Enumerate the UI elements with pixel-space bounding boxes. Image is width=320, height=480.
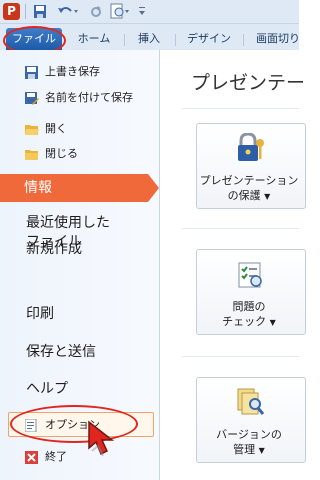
tab-divider [124,34,125,46]
tab-insert[interactable]: 挿入 [128,28,170,50]
inspect-label-line2: チェック ▼ [222,315,276,328]
nav-info[interactable]: 情報 [0,174,148,202]
save-icon[interactable] [33,3,47,20]
inspect-label-line1: 問題の [232,300,266,313]
exit-command[interactable]: 終了 [8,446,156,468]
toolbar-divider [25,4,26,19]
close-label: 閉じる [45,147,78,160]
customize-toolbar-icon[interactable] [137,3,147,20]
nav-info-arrow [148,174,159,202]
checklist-icon [238,262,262,288]
tab-home[interactable]: ホーム [70,28,118,50]
tab-divider [243,34,244,46]
versions-label-line2: 管理 ▼ [233,443,265,456]
section-divider [182,228,299,229]
open-label: 開く [45,122,67,135]
lock-key-icon [238,133,264,161]
save-command[interactable]: 上書き保存 [8,61,156,83]
exit-icon [25,451,38,464]
save-as-label: 名前を付けて保存 [45,91,133,104]
section-divider [182,108,299,109]
tab-divider [175,34,176,46]
protect-label-line2: の保護 ▼ [227,189,271,202]
undo-icon[interactable] [57,3,79,20]
protect-label-line1: プレゼンテーション [199,174,299,187]
tab-design[interactable]: デザイン [180,28,238,50]
save-icon [25,66,38,79]
mouse-cursor-icon [88,420,115,457]
open-command[interactable]: 開く [8,118,156,140]
nav-save-and-send[interactable]: 保存と送信 [26,343,96,362]
close-command[interactable]: 閉じる [8,143,156,165]
app-logo[interactable]: P [3,3,20,20]
folder-open-icon [25,125,39,135]
save-as-icon [25,92,39,105]
section-divider [182,356,299,357]
versions-label-line1: バージョンの [216,428,282,441]
document-search-icon [237,388,265,415]
page-title: プレゼンテー [191,72,306,94]
quick-access-toolbar: P [0,0,299,24]
check-for-issues-button[interactable]: 問題の チェック ▼ [196,249,306,335]
save-as-command[interactable]: 名前を付けて保存 [8,87,156,109]
exit-label: 終了 [45,450,67,463]
redo-icon[interactable] [90,3,102,20]
nav-print[interactable]: 印刷 [26,305,54,324]
protect-presentation-button[interactable]: プレゼンテーション の保護 ▼ [196,123,306,209]
tab-transitions[interactable]: 画面切り [248,28,308,50]
manage-versions-button[interactable]: バージョンの 管理 ▼ [196,377,306,463]
print-preview-icon[interactable] [110,3,132,20]
nav-recent-line1: 最近使用した [26,215,110,231]
save-label: 上書き保存 [45,65,100,78]
folder-close-icon [25,150,38,160]
nav-help[interactable]: ヘルプ [26,380,68,399]
nav-new[interactable]: 新規作成 [26,240,82,259]
